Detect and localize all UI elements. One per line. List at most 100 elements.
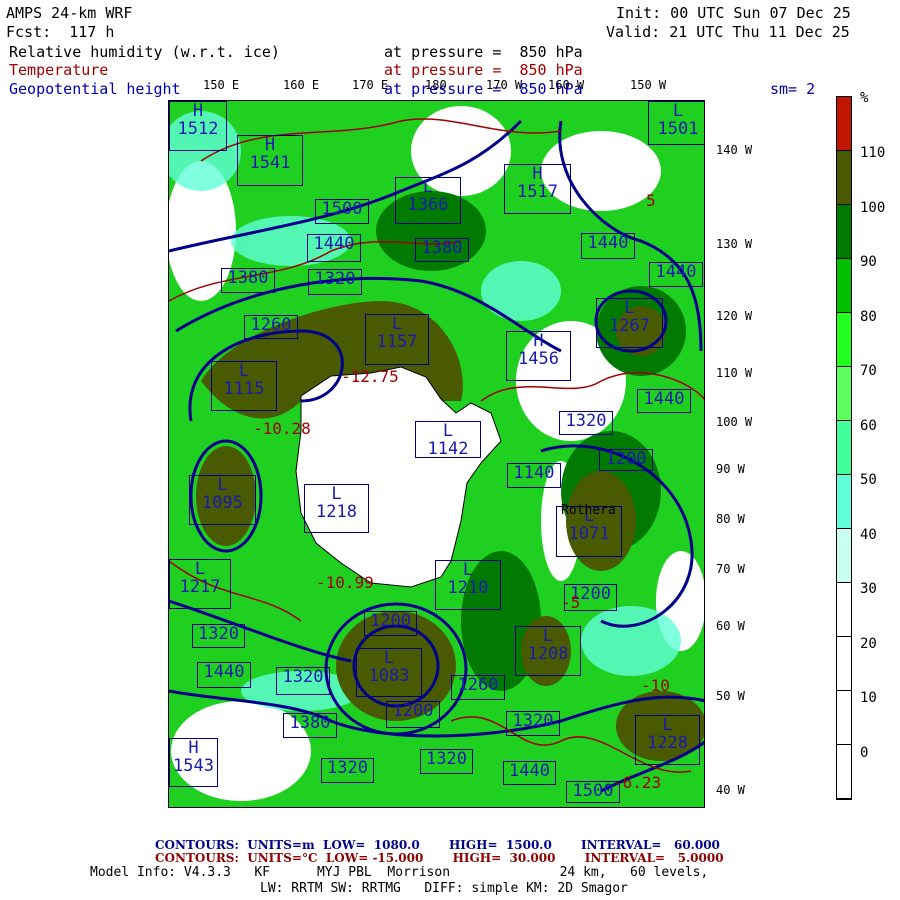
latitude-label: 50 W xyxy=(716,689,745,703)
map-plot-area: H 1512 H 1541 1500 L 1366 H 1517 L 1501 1440 1380 144… xyxy=(168,100,705,808)
height-value: 1071 xyxy=(568,524,610,544)
height-value: 1208 xyxy=(527,644,569,664)
pressure-center-symbol: L xyxy=(217,475,228,495)
height-value: 1142 xyxy=(427,439,469,459)
latitude-label: 60 W xyxy=(716,619,745,633)
height-label-box: 1440 xyxy=(503,761,556,785)
colorbar-label: 60 xyxy=(860,417,877,434)
height-value: 1440 xyxy=(587,233,629,253)
height-label-box: 1320 xyxy=(308,269,362,295)
height-value: 1320 xyxy=(282,667,324,687)
height-label-box: L 1217 xyxy=(169,559,231,609)
height-value: 1380 xyxy=(421,238,463,258)
height-value: 1320 xyxy=(426,749,467,769)
colorbar-bin xyxy=(837,151,851,205)
height-value: 1440 xyxy=(643,389,685,409)
height-value: 1440 xyxy=(655,262,697,282)
height-value: 1440 xyxy=(313,234,355,254)
longitude-label: 150 E xyxy=(203,78,240,92)
latitude-label: 100 W xyxy=(716,415,753,429)
height-value: 1260 xyxy=(250,315,292,335)
height-value: 1218 xyxy=(316,502,357,522)
temperature-label: -10.28 xyxy=(253,419,311,438)
height-value: 1115 xyxy=(223,379,265,399)
height-value: 1320 xyxy=(198,624,239,644)
height-label-box: 1380 xyxy=(283,713,337,738)
pressure-center-symbol: L xyxy=(442,421,454,441)
pressure-center-symbol: L xyxy=(383,648,395,668)
latitude-label: 40 W xyxy=(716,783,745,797)
height-value: 1440 xyxy=(509,761,550,781)
pressure-center-symbol: L xyxy=(422,177,434,197)
colorbar-bin xyxy=(837,205,851,259)
height-value: 1260 xyxy=(457,675,499,695)
height-value: 1440 xyxy=(203,662,245,682)
height-label-box: L 1115 xyxy=(211,361,277,411)
height-label-box: 1320 xyxy=(420,749,473,774)
height-label-box: 1440 xyxy=(307,234,361,262)
model-info: Model Info: V4.3.3 KF MYJ PBL Morrison 2… xyxy=(90,865,709,880)
height-value: 1366 xyxy=(407,195,449,215)
height-value: 1501 xyxy=(657,119,699,139)
height-value: 1320 xyxy=(314,269,356,289)
height-label-box: H 1456 xyxy=(506,331,571,381)
height-value: 1517 xyxy=(517,182,558,202)
height-value: 1217 xyxy=(179,577,221,597)
colorbar-bin xyxy=(837,745,851,799)
colorbar-unit: % xyxy=(860,90,869,106)
colorbar-bin xyxy=(837,583,851,637)
temperature-label: 5 xyxy=(646,191,656,210)
height-label-box: H 1543 xyxy=(169,738,218,787)
height-label-box: 1440 xyxy=(649,262,703,287)
longitude-label: 160 W xyxy=(548,78,585,92)
forecast-hour: Fcst: 117 h xyxy=(6,23,115,41)
weather-map-page: AMPS 24-km WRF Fcst: 117 h Init: 00 UTC … xyxy=(0,0,900,900)
height-label-box: 1440 xyxy=(637,389,691,413)
height-label-box: 1320 xyxy=(321,758,374,783)
height-label-box: 1320 xyxy=(192,624,245,648)
height-label-box: H 1512 xyxy=(169,101,227,151)
longitude-label: 170 E xyxy=(352,78,389,92)
temperature-label: -6.23 xyxy=(613,773,662,792)
height-value: 1500 xyxy=(572,781,614,801)
height-value: 1500 xyxy=(321,199,363,219)
height-label-box: 1500 xyxy=(566,781,620,803)
height-label-box: 1440 xyxy=(197,662,251,688)
field-height-name: Geopotential height xyxy=(9,80,181,98)
colorbar xyxy=(836,96,852,800)
height-label-box: L 1083 xyxy=(356,648,422,697)
height-value: 1228 xyxy=(647,733,688,753)
height-value: 1320 xyxy=(565,411,607,431)
height-value: 1200 xyxy=(370,611,411,631)
temperature-label: -5 xyxy=(561,593,581,612)
height-label-box: L 1218 xyxy=(304,484,369,533)
colorbar-bin xyxy=(837,691,851,745)
colorbar-label: 10 xyxy=(860,690,877,706)
height-label-box: 1500 xyxy=(315,199,369,224)
height-label-box: 1380 xyxy=(415,238,469,262)
colorbar-bin xyxy=(837,367,851,421)
pressure-center-symbol: L xyxy=(331,484,342,504)
height-value: 1380 xyxy=(289,713,331,733)
pressure-center-symbol: H xyxy=(533,331,544,351)
height-label-box: 1260 xyxy=(244,315,298,339)
longitude-label: 180 xyxy=(425,78,447,92)
pressure-center-symbol: L xyxy=(391,314,403,334)
height-value: 1380 xyxy=(227,268,269,288)
height-label-box: 1320 xyxy=(506,711,560,736)
height-label-box: H 1541 xyxy=(237,135,303,186)
colorbar-label: 70 xyxy=(860,363,877,379)
latitude-label: 130 W xyxy=(716,237,753,251)
valid-time: Valid: 21 UTC Thu 11 Dec 25 xyxy=(606,23,850,41)
colorbar-label: 80 xyxy=(860,308,877,325)
height-value: 1157 xyxy=(376,332,418,352)
colorbar-bin xyxy=(837,421,851,475)
temperature-label: -10.99 xyxy=(316,573,374,592)
pressure-center-symbol: L xyxy=(238,361,250,381)
height-value: 1095 xyxy=(202,493,243,513)
temperature-label: -12.75 xyxy=(341,367,399,386)
longitude-label: 150 W xyxy=(630,78,667,92)
height-label-box: L 1267 xyxy=(596,298,663,348)
height-value: 1267 xyxy=(609,316,650,336)
latitude-label: 120 W xyxy=(716,309,753,323)
